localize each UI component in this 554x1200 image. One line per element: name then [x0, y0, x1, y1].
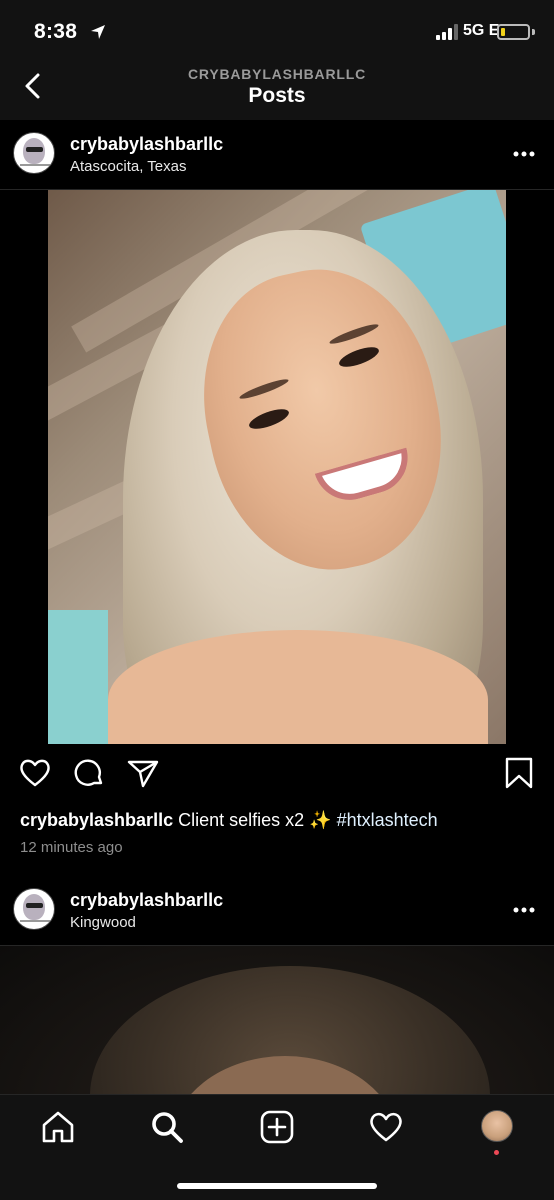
post-header: crybabylashbarllc Kingwood: [0, 876, 554, 946]
avatar-caption: [20, 920, 50, 922]
status-bar: 8:38 5G E: [0, 0, 554, 60]
post-actions: [0, 756, 554, 796]
caption-hashtag[interactable]: #htxlashtech: [337, 810, 438, 830]
post-header: crybabylashbarllc Atascocita, Texas: [0, 120, 554, 190]
blue-panel: [48, 610, 108, 744]
nav-header: CRYBABYLASHBARLLC Posts: [0, 60, 554, 120]
signal-strength-icon: [436, 24, 458, 40]
post-photo[interactable]: [48, 190, 506, 744]
profile-avatar[interactable]: [481, 1110, 513, 1142]
activity-heart-icon[interactable]: [368, 1109, 404, 1145]
page-title: Posts: [248, 84, 306, 107]
avatar[interactable]: [13, 888, 55, 930]
ellipsis-icon[interactable]: [506, 144, 542, 164]
notification-dot: [494, 1150, 499, 1155]
ellipsis-icon[interactable]: [506, 900, 542, 920]
battery-level: [501, 28, 505, 36]
avatar-glasses: [26, 903, 43, 908]
share-icon[interactable]: [126, 756, 160, 790]
avatar[interactable]: [13, 132, 55, 174]
post-username[interactable]: crybabylashbarllc: [70, 134, 223, 155]
post-location[interactable]: Atascocita, Texas: [70, 158, 186, 175]
location-arrow-icon: [91, 25, 105, 39]
caption-username[interactable]: crybabylashbarllc: [20, 810, 173, 830]
post-caption: crybabylashbarllc Client selfies x2 ✨ #h…: [20, 808, 540, 832]
status-time: 8:38: [34, 20, 78, 43]
comment-icon[interactable]: [72, 756, 106, 790]
battery-icon: [497, 24, 530, 40]
post-location[interactable]: Kingwood: [70, 914, 136, 931]
search-icon[interactable]: [149, 1109, 185, 1145]
battery-cap: [532, 29, 535, 35]
post-photo[interactable]: [0, 946, 554, 1094]
post-timestamp: 12 minutes ago: [20, 839, 123, 856]
post-username[interactable]: crybabylashbarllc: [70, 890, 223, 911]
header-subtitle: CRYBABYLASHBARLLC: [188, 66, 366, 82]
bookmark-icon[interactable]: [502, 756, 536, 790]
home-indicator: [177, 1183, 377, 1189]
add-post-icon[interactable]: [259, 1109, 295, 1145]
bottom-nav: [0, 1094, 554, 1200]
heart-icon[interactable]: [18, 756, 52, 790]
avatar-caption: [20, 164, 50, 166]
network-indicator: 5G E: [463, 22, 500, 39]
caption-text: Client selfies x2 ✨: [178, 810, 332, 830]
avatar-glasses: [26, 147, 43, 152]
home-icon[interactable]: [40, 1109, 76, 1145]
